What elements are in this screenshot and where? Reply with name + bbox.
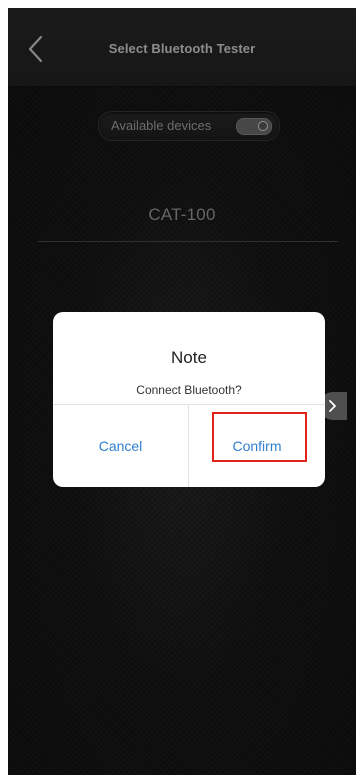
confirm-button[interactable]: Confirm <box>189 405 325 487</box>
dialog-message: Connect Bluetooth? <box>136 383 242 397</box>
dialog-title: Note <box>171 348 207 367</box>
app-screen: Select Bluetooth Tester Available device… <box>8 8 356 775</box>
page: Select Bluetooth Tester Available device… <box>0 0 363 783</box>
confirm-dialog: Note Connect Bluetooth? Cancel Confirm <box>53 312 325 487</box>
chevron-right-icon <box>329 400 336 412</box>
cancel-button[interactable]: Cancel <box>53 405 188 487</box>
